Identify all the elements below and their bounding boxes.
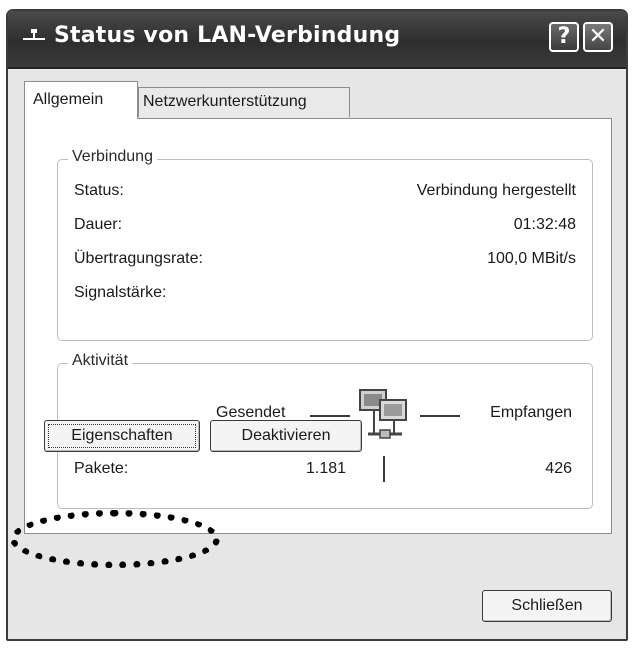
activity-group-title: Aktivität [68,352,133,370]
focus-rectangle [48,424,196,448]
window-title: Status von LAN-Verbindung [54,23,401,48]
signal-row: Signalstärke: [74,284,576,306]
status-label: Status: [74,182,124,199]
duration-label: Dauer: [74,216,123,233]
packets-sent-value: 1.181 [306,460,347,477]
highlight-circle [10,510,220,568]
speed-row: Übertragungsrate: 100,0 MBit/s [74,250,576,272]
deactivate-button[interactable]: Deaktivieren [210,420,362,452]
close-button[interactable]: Schließen [482,590,612,622]
packets-received-value: 426 [545,460,572,477]
properties-button[interactable]: Eigenschaften [44,420,200,452]
tab-general[interactable]: Allgemein [24,81,138,119]
close-window-button[interactable]: ✕ [583,22,613,52]
tab-network-support[interactable]: Netzwerkunterstützung [138,87,350,117]
duration-row: Dauer: 01:32:48 [74,216,576,238]
signal-label: Signalstärke: [74,284,167,301]
packets-label: Pakete: [74,460,129,477]
general-tab-panel: Verbindung Status: Verbindung hergestell… [24,118,612,534]
received-label: Empfangen [490,404,572,421]
speed-label: Übertragungsrate: [74,250,203,267]
connection-group: Verbindung Status: Verbindung hergestell… [57,148,593,341]
received-line [420,415,460,417]
connection-group-title: Verbindung [68,148,157,166]
title-bar[interactable]: Status von LAN-Verbindung ? ✕ [8,11,626,69]
speed-value: 100,0 MBit/s [487,250,576,267]
help-button[interactable]: ? [549,22,579,52]
packets-divider [383,456,385,482]
status-value: Verbindung hergestellt [416,182,576,199]
network-activity-icon [359,389,407,439]
duration-value: 01:32:48 [513,216,576,233]
network-connection-icon [23,29,45,40]
sent-line [310,415,350,417]
status-row: Status: Verbindung hergestellt [74,182,576,204]
